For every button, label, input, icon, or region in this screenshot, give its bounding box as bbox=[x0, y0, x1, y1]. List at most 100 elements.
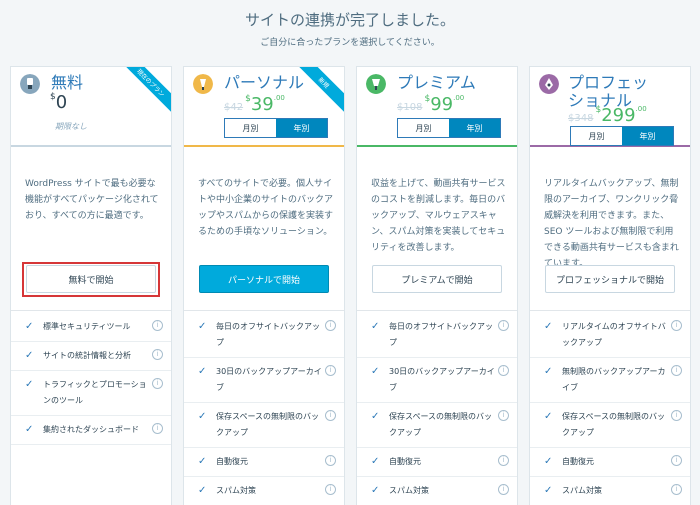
price-amount: 99 bbox=[430, 94, 454, 115]
yearly-toggle[interactable]: 年別 bbox=[622, 127, 673, 145]
plan-price: $0 bbox=[50, 92, 67, 113]
plan-card-professional: プロフェッショナル $348$299.00 月別 年別 リアルタイムバックアップ… bbox=[529, 66, 691, 505]
premium-plan-icon bbox=[366, 74, 386, 94]
feature-label: 保存スペースの無制限のバックアップ bbox=[389, 412, 493, 437]
plan-price: $348$299.00 bbox=[568, 105, 647, 126]
professional-plan-icon bbox=[539, 74, 559, 94]
info-icon[interactable]: i bbox=[325, 410, 336, 421]
feature-item: サイトの統計情報と分析 i bbox=[11, 342, 171, 371]
yearly-toggle[interactable]: 年別 bbox=[276, 119, 327, 137]
info-icon[interactable]: i bbox=[498, 320, 509, 331]
info-icon[interactable]: i bbox=[152, 320, 163, 331]
feature-item: スパム対策 i bbox=[357, 477, 517, 505]
plan-name: プレミアム bbox=[397, 73, 476, 92]
start-personal-button[interactable]: パーソナルで開始 bbox=[199, 265, 329, 293]
info-icon[interactable]: i bbox=[498, 484, 509, 495]
start-free-button[interactable]: 無料で開始 bbox=[26, 265, 156, 293]
feature-item: 無制限のバックアップアーカイブ i bbox=[530, 358, 690, 403]
feature-label: 自動復元 bbox=[216, 457, 248, 466]
info-icon[interactable]: i bbox=[325, 365, 336, 376]
plan-description: リアルタイムバックアップ、無制限のアーカイブ、ワンクリック脅威解決を利用できます… bbox=[544, 179, 679, 269]
price-amount: 299 bbox=[601, 105, 636, 126]
feature-list: 毎日のオフサイトバックアップi 30日のバックアップアーカイブi 保存スペースの… bbox=[184, 313, 344, 505]
monthly-toggle[interactable]: 月別 bbox=[398, 119, 449, 137]
plan-card-premium: プレミアム $108$99.00 月別 年別 収益を上げて、動画共有サービスのコ… bbox=[356, 66, 518, 505]
feature-item: 保存スペースの無制限のバックアップ i bbox=[357, 403, 517, 448]
feature-item: 自動復元 i bbox=[357, 448, 517, 477]
plan-description: すべてのサイトで必要。個人サイトや中小企業のサイトのバックアップやスパムからの保… bbox=[198, 179, 334, 237]
price-cents: .00 bbox=[635, 105, 647, 113]
info-icon[interactable]: i bbox=[152, 423, 163, 434]
info-icon[interactable]: i bbox=[671, 320, 682, 331]
feature-item: 保存スペースの無制限のバックアップ i bbox=[530, 403, 690, 448]
feature-label: トラフィックとプロモーションのツール bbox=[43, 380, 147, 405]
feature-item: 保存スペースの無制限のバックアップ i bbox=[184, 403, 344, 448]
info-icon[interactable]: i bbox=[671, 484, 682, 495]
feature-list: 標準セキュリティツール i サイトの統計情報と分析 i トラフィックとプロモーション… bbox=[11, 313, 171, 445]
feature-label: 毎日のオフサイトバックアップ bbox=[389, 322, 493, 347]
feature-item: 標準セキュリティツール i bbox=[11, 313, 171, 342]
feature-item: 集約されたダッシュボード i bbox=[11, 416, 171, 445]
plan-price: $42$39.00 bbox=[224, 94, 285, 115]
feature-label: 30日のバックアップアーカイブ bbox=[216, 367, 322, 392]
info-icon[interactable]: i bbox=[498, 410, 509, 421]
plan-card-free: 無料 現在のプラン $0 期限なし WordPress サイトで最も必要な機能が… bbox=[10, 66, 172, 505]
feature-label: 自動復元 bbox=[562, 457, 594, 466]
feature-item: 毎日のオフサイトバックアップ i bbox=[184, 313, 344, 358]
original-price: $348 bbox=[568, 113, 594, 124]
plan-period: 期限なし bbox=[55, 122, 87, 131]
info-icon[interactable]: i bbox=[671, 410, 682, 421]
info-icon[interactable]: i bbox=[152, 378, 163, 389]
feature-list: リアルタイムのオフサイトバックアップ i 無制限のバックアップアーカイブ i 保存ス… bbox=[530, 313, 690, 505]
feature-item: 30日のバックアップアーカイブi bbox=[184, 358, 344, 403]
start-professional-button[interactable]: プロフェッショナルで開始 bbox=[545, 265, 675, 293]
monthly-toggle[interactable]: 月別 bbox=[225, 119, 276, 137]
feature-label: 標準セキュリティツール bbox=[43, 322, 131, 331]
original-price: $108 bbox=[397, 102, 423, 113]
feature-label: 30日のバックアップアーカイブ bbox=[389, 367, 495, 392]
plan-header: 無料 現在のプラン $0 期限なし bbox=[11, 67, 171, 147]
plan-header: パーソナル 新規 $42$39.00 月別 年別 bbox=[184, 67, 344, 147]
plan-description: 収益を上げて、動画共有サービスのコストを削減します。毎日のバックアップ、マルウェ… bbox=[371, 179, 506, 253]
price-cents: .00 bbox=[273, 94, 285, 102]
info-icon[interactable]: i bbox=[498, 455, 509, 466]
feature-item: 自動復元 i bbox=[184, 448, 344, 477]
feature-label: スパム対策 bbox=[216, 486, 256, 495]
feature-label: 無制限のバックアップアーカイブ bbox=[562, 367, 666, 392]
monthly-toggle[interactable]: 月別 bbox=[571, 127, 622, 145]
feature-label: 保存スペースの無制限のバックアップ bbox=[216, 412, 320, 437]
plan-description: WordPress サイトで最も必要な機能がすべてパッケージ化されており、すべて… bbox=[25, 179, 159, 221]
info-icon[interactable]: i bbox=[325, 484, 336, 495]
free-plan-icon bbox=[20, 74, 40, 94]
plan-header: プロフェッショナル $348$299.00 月別 年別 bbox=[530, 67, 690, 147]
feature-item: スパム対策 i bbox=[530, 477, 690, 505]
info-icon[interactable]: i bbox=[325, 455, 336, 466]
info-icon[interactable]: i bbox=[498, 365, 509, 376]
plan-price: $108$99.00 bbox=[397, 94, 464, 115]
divider bbox=[357, 310, 517, 311]
feature-label: 自動復元 bbox=[389, 457, 421, 466]
feature-item: リアルタイムのオフサイトバックアップ i bbox=[530, 313, 690, 358]
yearly-toggle[interactable]: 年別 bbox=[449, 119, 500, 137]
info-icon[interactable]: i bbox=[671, 455, 682, 466]
feature-list: 毎日のオフサイトバックアップi 30日のバックアップアーカイブi 保存スペースの… bbox=[357, 313, 517, 505]
divider bbox=[184, 310, 344, 311]
feature-label: 毎日のオフサイトバックアップ bbox=[216, 322, 320, 347]
original-price: $42 bbox=[224, 102, 244, 113]
feature-item: 30日のバックアップアーカイブi bbox=[357, 358, 517, 403]
feature-label: サイトの統計情報と分析 bbox=[43, 351, 131, 360]
billing-toggle: 月別 年別 bbox=[397, 118, 501, 138]
page-subtitle: ご自分に合ったプランを選択してください。 bbox=[260, 38, 440, 48]
feature-item: 毎日のオフサイトバックアップ i bbox=[357, 313, 517, 358]
plan-card-personal: パーソナル 新規 $42$39.00 月別 年別 すべてのサイトで必要。個人サイ… bbox=[183, 66, 345, 505]
info-icon[interactable]: i bbox=[152, 349, 163, 360]
feature-label: リアルタイムのオフサイトバックアップ bbox=[562, 322, 666, 347]
info-icon[interactable]: i bbox=[671, 365, 682, 376]
billing-toggle: 月別 年別 bbox=[570, 126, 674, 146]
feature-item: トラフィックとプロモーションのツール i bbox=[11, 371, 171, 416]
start-premium-button[interactable]: プレミアムで開始 bbox=[372, 265, 502, 293]
price-cents: .00 bbox=[453, 94, 465, 102]
info-icon[interactable]: i bbox=[325, 320, 336, 331]
feature-item: スパム対策 i bbox=[184, 477, 344, 505]
personal-plan-icon bbox=[193, 74, 213, 94]
